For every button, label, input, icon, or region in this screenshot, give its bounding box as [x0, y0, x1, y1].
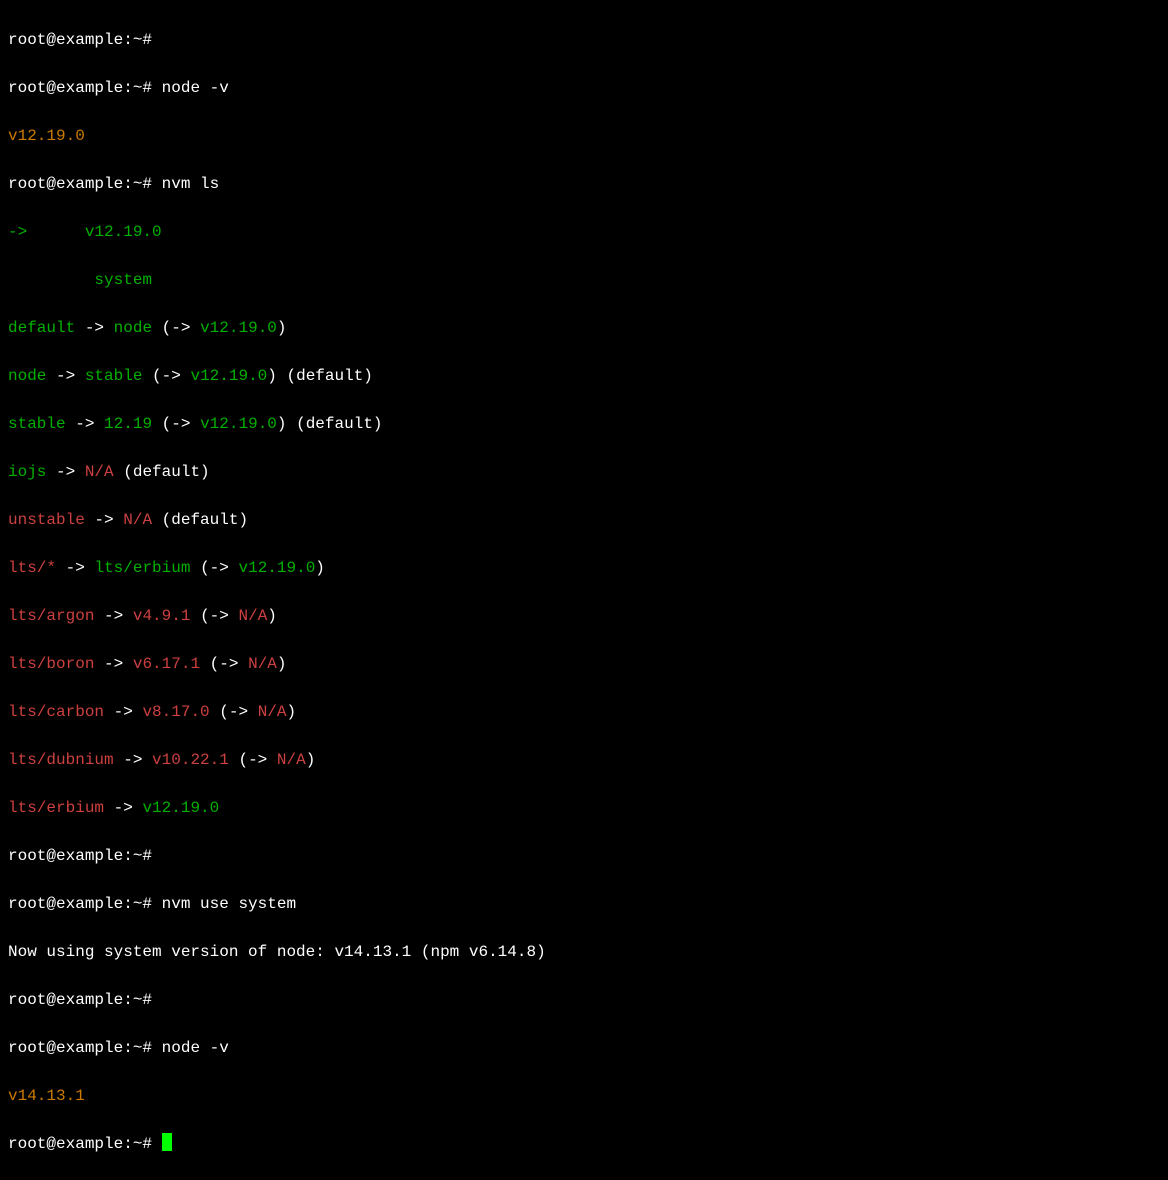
extra-text: (default)	[114, 463, 210, 481]
alias-name: lts/erbium	[8, 799, 104, 817]
shell-prompt: root@example:~#	[8, 175, 152, 193]
output-line: Now using system version of node: v14.13…	[8, 940, 1160, 964]
arrow: ->	[219, 655, 238, 673]
prompt-empty-line: root@example:~#	[8, 844, 1160, 868]
alias-target: 12.19	[104, 415, 152, 433]
nvm-alias-line: stable -> 12.19 (-> v12.19.0) (default)	[8, 412, 1160, 436]
command-line: root@example:~# nvm use system	[8, 892, 1160, 916]
version: v12.19.0	[238, 559, 315, 577]
alias-name: default	[8, 319, 75, 337]
shell-prompt: root@example:~#	[8, 1039, 152, 1057]
nvm-system-line: system	[8, 268, 1160, 292]
nvm-lts-line: lts/carbon -> v8.17.0 (-> N/A)	[8, 700, 1160, 724]
terminal-output: root@example:~# root@example:~# node -v …	[8, 4, 1160, 1180]
arrow: ->	[171, 319, 190, 337]
nvm-unstable-line: unstable -> N/A (default)	[8, 508, 1160, 532]
current-version: v12.19.0	[85, 223, 162, 241]
alias-name: node	[8, 367, 46, 385]
nvm-alias-line: default -> node (-> v12.19.0)	[8, 316, 1160, 340]
command-line: root@example:~# nvm ls	[8, 172, 1160, 196]
alias-name: lts/argon	[8, 607, 94, 625]
alias-name: lts/dubnium	[8, 751, 114, 769]
command-text: nvm use system	[162, 895, 296, 913]
version: v12.19.0	[200, 415, 277, 433]
arrow: ->	[114, 703, 133, 721]
alias-target: stable	[85, 367, 143, 385]
nvm-iojs-line: iojs -> N/A (default)	[8, 460, 1160, 484]
version: v12.19.0	[142, 799, 219, 817]
extra-text: (default)	[287, 415, 383, 433]
extra-text: (default)	[152, 511, 248, 529]
active-prompt-line[interactable]: root@example:~#	[8, 1132, 1160, 1156]
shell-prompt: root@example:~#	[8, 1135, 152, 1153]
system-label: system	[94, 271, 152, 289]
version: v12.19.0	[200, 319, 277, 337]
nvm-lts-line: lts/dubnium -> v10.22.1 (-> N/A)	[8, 748, 1160, 772]
nvm-alias-line: node -> stable (-> v12.19.0) (default)	[8, 364, 1160, 388]
version: v6.17.1	[133, 655, 200, 673]
arrow: ->	[114, 799, 133, 817]
shell-prompt: root@example:~#	[8, 79, 152, 97]
version: v12.19.0	[190, 367, 267, 385]
arrow: ->	[248, 751, 267, 769]
alias-name: unstable	[8, 511, 85, 529]
na-label: N/A	[123, 511, 152, 529]
arrow: ->	[162, 367, 181, 385]
arrow: ->	[75, 415, 94, 433]
arrow: ->	[56, 463, 75, 481]
arrow: ->	[210, 559, 229, 577]
na-label: N/A	[85, 463, 114, 481]
command-line: root@example:~# node -v	[8, 1036, 1160, 1060]
arrow: ->	[210, 607, 229, 625]
output-line: v14.13.1	[8, 1084, 1160, 1108]
alias-name: lts/boron	[8, 655, 94, 673]
prompt-empty-line: root@example:~#	[8, 988, 1160, 1012]
node-version-output: v12.19.0	[8, 127, 85, 145]
arrow: ->	[123, 751, 142, 769]
arrow: ->	[56, 367, 75, 385]
nvm-lts-line: lts/boron -> v6.17.1 (-> N/A)	[8, 652, 1160, 676]
prompt-empty-line: root@example:~#	[8, 28, 1160, 52]
version: v10.22.1	[152, 751, 229, 769]
nvm-use-output: Now using system version of node: v14.13…	[8, 943, 546, 961]
command-line: root@example:~# node -v	[8, 76, 1160, 100]
na-label: N/A	[238, 607, 267, 625]
na-label: N/A	[277, 751, 306, 769]
na-label: N/A	[248, 655, 277, 673]
alias-name: lts/*	[8, 559, 56, 577]
arrow-indicator: ->	[8, 223, 27, 241]
arrow: ->	[66, 559, 85, 577]
command-text: node -v	[162, 79, 229, 97]
nvm-current-line: -> v12.19.0	[8, 220, 1160, 244]
output-line: v12.19.0	[8, 124, 1160, 148]
arrow: ->	[104, 655, 123, 673]
shell-prompt: root@example:~#	[8, 895, 152, 913]
cursor-icon	[162, 1133, 172, 1151]
shell-prompt: root@example:~#	[8, 847, 152, 865]
arrow: ->	[94, 511, 113, 529]
na-label: N/A	[258, 703, 287, 721]
alias-name: stable	[8, 415, 66, 433]
version: v8.17.0	[142, 703, 209, 721]
nvm-lts-star-line: lts/* -> lts/erbium (-> v12.19.0)	[8, 556, 1160, 580]
alias-name: iojs	[8, 463, 46, 481]
shell-prompt: root@example:~#	[8, 991, 152, 1009]
extra-text: (default)	[277, 367, 373, 385]
alias-target: lts/erbium	[94, 559, 190, 577]
shell-prompt: root@example:~#	[8, 31, 152, 49]
arrow: ->	[171, 415, 190, 433]
arrow: ->	[229, 703, 248, 721]
alias-name: lts/carbon	[8, 703, 104, 721]
command-text: node -v	[162, 1039, 229, 1057]
arrow: ->	[104, 607, 123, 625]
alias-target: node	[114, 319, 152, 337]
node-version-output: v14.13.1	[8, 1087, 85, 1105]
nvm-lts-line: lts/argon -> v4.9.1 (-> N/A)	[8, 604, 1160, 628]
nvm-lts-erbium-line: lts/erbium -> v12.19.0	[8, 796, 1160, 820]
version: v4.9.1	[133, 607, 191, 625]
command-text: nvm ls	[162, 175, 220, 193]
arrow: ->	[85, 319, 104, 337]
